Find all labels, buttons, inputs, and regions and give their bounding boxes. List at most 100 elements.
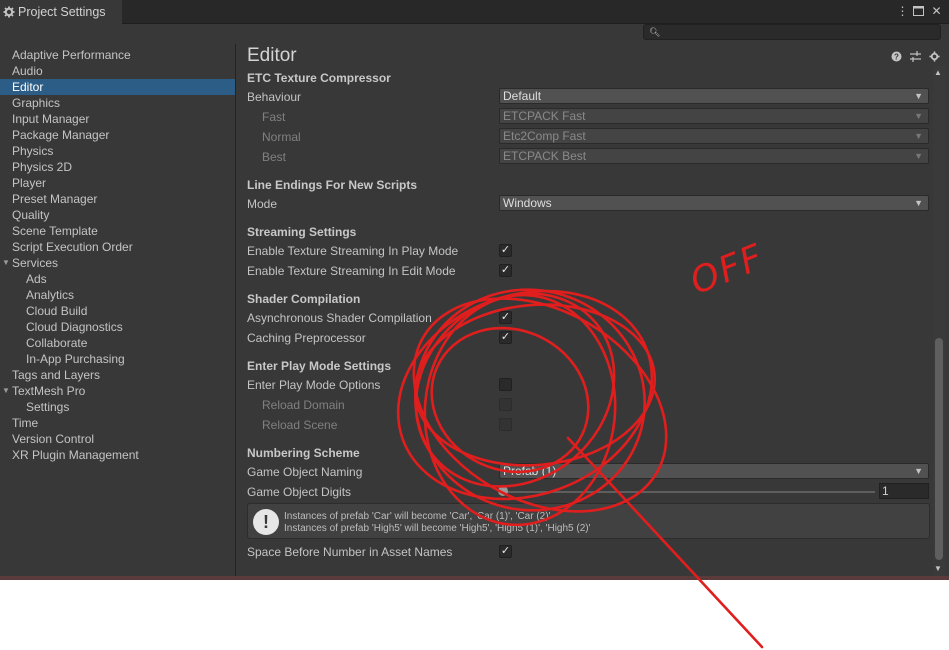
reload-domain-label: Reload Domain (262, 398, 345, 412)
sidebar-item-cloud-diagnostics[interactable]: Cloud Diagnostics (0, 319, 235, 335)
sidebar-item-label: Input Manager (12, 112, 90, 126)
sidebar-item-label: Services (12, 256, 59, 270)
digits-number-field[interactable]: 1 (879, 483, 929, 499)
help-line-2: Instances of prefab 'High5' will become … (284, 523, 591, 534)
sidebar-item-label: XR Plugin Management (12, 448, 139, 462)
sidebar-item-label: Quality (12, 208, 50, 222)
fast-value: ETCPACK Fast (503, 109, 586, 123)
streaming-play-checkbox[interactable]: ✓ (499, 244, 512, 257)
sidebar-item-label: Player (12, 176, 47, 190)
tab-title: Project Settings (18, 5, 106, 19)
sidebar-item-textmesh-pro[interactable]: ▼ TextMesh Pro (0, 383, 235, 399)
sidebar-item-label: Package Manager (12, 128, 110, 142)
sidebar-item-scene-template[interactable]: Scene Template (0, 223, 235, 239)
sidebar-item-cloud-build[interactable]: Cloud Build (0, 303, 235, 319)
object-naming-dropdown[interactable]: Prefab (1) ▼ (499, 463, 929, 479)
sidebar-item-graphics[interactable]: Graphics (0, 95, 235, 111)
sidebar-item-package-manager[interactable]: Package Manager (0, 127, 235, 143)
section-shader-compilation: Shader Compilation (247, 292, 361, 306)
tab-project-settings[interactable]: Project Settings (0, 0, 122, 24)
sidebar-item-settings[interactable]: Settings (0, 399, 235, 415)
caching-preprocessor-checkbox[interactable]: ✓ (499, 331, 512, 344)
preset-icon[interactable] (910, 51, 921, 62)
help-line-1: Instances of prefab 'Car' will become 'C… (284, 511, 551, 522)
sidebar-item-physics[interactable]: Physics (0, 143, 235, 159)
sidebar-item-input-manager[interactable]: Input Manager (0, 111, 235, 127)
sidebar-item-label: Cloud Diagnostics (26, 320, 123, 334)
sidebar-item-label: Preset Manager (12, 192, 98, 206)
sidebar-item-ads[interactable]: Ads (0, 271, 235, 287)
best-value: ETCPACK Best (503, 149, 587, 163)
sidebar-item-label: Adaptive Performance (12, 48, 131, 62)
sidebar-item-quality[interactable]: Quality (0, 207, 235, 223)
close-icon[interactable]: ✕ (930, 4, 943, 18)
sidebar-item-services[interactable]: ▼ Services (0, 255, 235, 271)
digits-slider-track[interactable] (503, 491, 875, 493)
mode-value: Windows (503, 196, 552, 210)
sidebar-item-script-execution-order[interactable]: Script Execution Order (0, 239, 235, 255)
sidebar-item-editor[interactable]: Editor (0, 79, 235, 95)
info-icon: ! (253, 509, 279, 535)
sidebar-item-collaborate[interactable]: Collaborate (0, 335, 235, 351)
normal-dropdown: Etc2Comp Fast ▼ (499, 128, 929, 144)
object-digits-label: Game Object Digits (247, 485, 352, 499)
scroll-up-icon[interactable]: ▲ (934, 68, 942, 77)
streaming-play-label: Enable Texture Streaming In Play Mode (247, 244, 459, 258)
space-before-number-checkbox[interactable]: ✓ (499, 545, 512, 558)
sidebar-item-version-control[interactable]: Version Control (0, 431, 235, 447)
behaviour-dropdown[interactable]: Default ▼ (499, 88, 929, 104)
gear-icon (3, 6, 15, 18)
normal-label: Normal (262, 130, 301, 144)
play-mode-options-label: Enter Play Mode Options (247, 378, 381, 392)
section-numbering-scheme: Numbering Scheme (247, 446, 360, 460)
object-naming-value: Prefab (1) (503, 464, 557, 478)
section-streaming-settings: Streaming Settings (247, 225, 357, 239)
section-line-endings: Line Endings For New Scripts (247, 178, 418, 192)
sidebar-item-player[interactable]: Player (0, 175, 235, 191)
sidebar-item-in-app-purchasing[interactable]: In-App Purchasing (0, 351, 235, 367)
sidebar-item-label: Cloud Build (26, 304, 88, 318)
behaviour-value: Default (503, 89, 542, 103)
sidebar-item-xr-plugin-management[interactable]: XR Plugin Management (0, 447, 235, 463)
sidebar: Adaptive Performance Audio Editor Graphics I… (0, 44, 236, 578)
best-label: Best (262, 150, 287, 164)
help-icon[interactable]: ? (891, 51, 902, 62)
help-box: ! Instances of prefab 'Car' will become … (247, 503, 930, 539)
sidebar-item-label: Script Execution Order (12, 240, 133, 254)
sidebar-item-audio[interactable]: Audio (0, 63, 235, 79)
sidebar-item-label: Tags and Layers (12, 368, 101, 382)
streaming-edit-checkbox[interactable]: ✓ (499, 264, 512, 277)
kebab-menu-icon[interactable]: ⋮ (896, 4, 909, 18)
section-etc-texture-compressor: ETC Texture Compressor (247, 71, 391, 85)
sidebar-item-analytics[interactable]: Analytics (0, 287, 235, 303)
chevron-down-icon: ▼ (914, 111, 923, 121)
sidebar-item-time[interactable]: Time (0, 415, 235, 431)
vertical-scrollbar[interactable]: ▲ ▼ (933, 66, 945, 578)
sidebar-item-label: Time (12, 416, 39, 430)
scrollbar-thumb[interactable] (935, 338, 943, 560)
sidebar-item-physics-2d[interactable]: Physics 2D (0, 159, 235, 175)
search-input[interactable]: 🔍︎ (643, 24, 941, 40)
sidebar-item-label: Editor (12, 80, 44, 94)
async-shader-checkbox[interactable]: ✓ (499, 311, 512, 324)
sidebar-item-label: Collaborate (26, 336, 88, 350)
scroll-down-icon[interactable]: ▼ (934, 564, 942, 573)
sidebar-item-label: Scene Template (12, 224, 98, 238)
digits-slider-handle[interactable] (498, 486, 508, 496)
settings-gear-icon[interactable] (929, 51, 940, 62)
play-mode-options-checkbox[interactable] (499, 378, 512, 391)
sidebar-item-adaptive-performance[interactable]: Adaptive Performance (0, 47, 235, 63)
expand-arrow-icon[interactable]: ▼ (2, 383, 10, 399)
sidebar-item-preset-manager[interactable]: Preset Manager (0, 191, 235, 207)
maximize-icon[interactable] (912, 4, 925, 17)
page-title: Editor (247, 45, 297, 66)
expand-arrow-icon[interactable]: ▼ (2, 255, 10, 271)
sidebar-item-label: Analytics (26, 288, 75, 302)
sidebar-item-label: Graphics (12, 96, 61, 110)
sidebar-item-label: Audio (12, 64, 43, 78)
sidebar-item-tags-and-layers[interactable]: Tags and Layers (0, 367, 235, 383)
chevron-down-icon: ▼ (914, 151, 923, 161)
mode-dropdown[interactable]: Windows ▼ (499, 195, 929, 211)
reload-scene-checkbox (499, 418, 512, 431)
mode-label: Mode (247, 197, 278, 211)
